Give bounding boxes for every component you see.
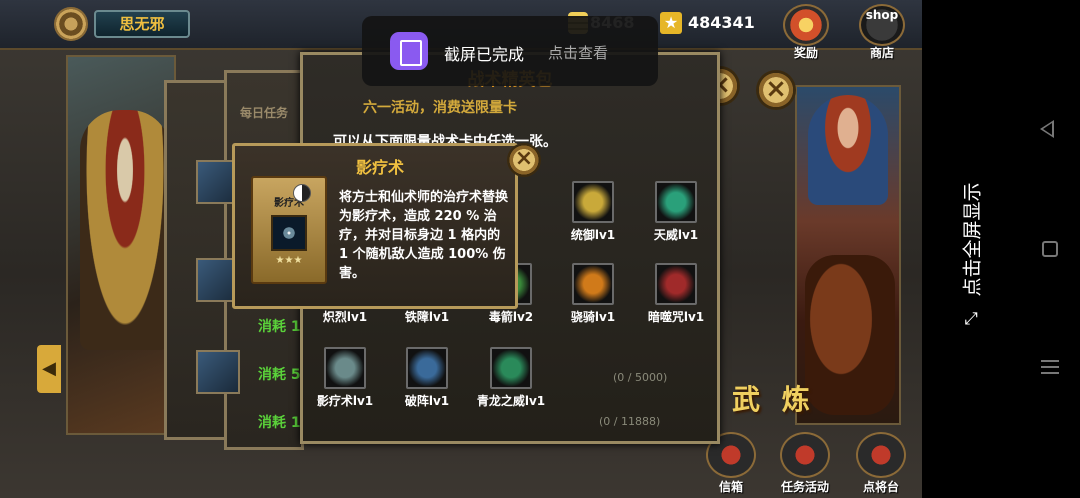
warrior-portrait: [80, 110, 170, 350]
yin-yang-icon: [293, 184, 311, 202]
tooltip-description: 将方士和仙术师的治疗术替换为影疗术，造成 220 % 治疗，并对目标身边 1 格…: [339, 190, 509, 281]
banner-text: 武 炼: [732, 383, 816, 416]
fullscreen-text[interactable]: 点击全屏显示: [958, 159, 985, 321]
event-title: 六一活动，消费送限量卡: [363, 100, 517, 116]
shop-icon: shop: [859, 4, 905, 46]
card-icon: [572, 181, 614, 223]
star-icon: ★: [660, 12, 682, 34]
card-name: 毒箭lv2: [488, 310, 534, 324]
shadow-heal-icon: [271, 215, 307, 251]
back-nav-icon[interactable]: [1040, 120, 1054, 138]
card-icon: [324, 347, 366, 389]
card-name: 暗噬咒lv1: [647, 310, 705, 324]
home-nav-icon[interactable]: [1042, 241, 1058, 257]
tactic-card[interactable]: 统御lv1: [551, 181, 635, 243]
menu-nav-icon[interactable]: [1041, 360, 1059, 374]
task-label: 任务活动: [780, 480, 829, 494]
game-view: 思无邪 8468 ★ 484341 奖励 shop 商店 ◀ 武 炼 每日任务 …: [0, 0, 922, 498]
back-close-icon[interactable]: ×: [756, 70, 796, 110]
screen: 思无邪 8468 ★ 484341 奖励 shop 商店 ◀ 武 炼 每日任务 …: [0, 0, 1080, 498]
prev-arrow-button[interactable]: ◀: [37, 345, 61, 393]
horse-portrait: [805, 255, 895, 415]
tactic-card[interactable]: 暗噬咒lv1: [634, 263, 718, 325]
card-icon: [572, 263, 614, 305]
card-name: 破阵lv1: [404, 394, 450, 408]
general-label: 点将台: [862, 480, 899, 494]
row-progress: (0 / 5000): [613, 371, 668, 384]
row-progress: (0 / 11888): [599, 415, 661, 428]
card-name: 影疗术lv1: [316, 394, 374, 408]
toast-title: 截屏已完成: [444, 45, 525, 64]
helmet-icon: [856, 432, 906, 478]
star-count: 484341: [688, 13, 755, 32]
mail-label: 信箱: [718, 480, 743, 494]
settings-gear-icon[interactable]: [54, 7, 88, 41]
toast-view-link[interactable]: 点击查看: [548, 42, 608, 63]
card-name: 炽烈lv1: [322, 310, 368, 324]
card-name: 天威lv1: [653, 228, 699, 242]
reward-chest-icon: [196, 350, 240, 394]
card-icon: [406, 347, 448, 389]
expand-icon[interactable]: ⤢: [962, 310, 980, 328]
card-name: 统御lv1: [570, 228, 616, 242]
card-icon: [655, 181, 697, 223]
heroine-portrait: [808, 95, 888, 205]
tactic-card[interactable]: 青龙之威lv1: [469, 347, 553, 409]
task-event-button[interactable]: 任务活动: [774, 432, 836, 498]
card-name: 骁骑lv1: [570, 310, 616, 324]
shop-label: 商店: [869, 46, 894, 60]
card-icon: [490, 347, 532, 389]
tactic-card[interactable]: 骁骑lv1: [551, 263, 635, 325]
shop-button[interactable]: shop 商店: [857, 4, 907, 60]
tactic-card[interactable]: 破阵lv1: [385, 347, 469, 409]
tactic-card[interactable]: 天威lv1: [634, 181, 718, 243]
card-name: 青龙之威lv1: [476, 394, 546, 408]
reward-label: 奖励: [793, 46, 818, 60]
tooltip-title: 影疗术: [355, 158, 404, 177]
tooltip-card-label: 影疗术: [274, 198, 304, 209]
tooltip-close-icon[interactable]: ×: [507, 143, 541, 177]
task-icon: [780, 432, 830, 478]
card-icon: [655, 263, 697, 305]
reward-button[interactable]: 奖励: [781, 4, 831, 60]
daily-tasks-label: 每日任务: [240, 106, 289, 120]
gift-box-icon: [783, 4, 829, 46]
skill-tooltip: 影疗术 影疗术 ★★★ 将方士和仙术师的治疗术替换为影疗术，造成 220 % 治…: [232, 143, 541, 309]
tactic-card[interactable]: 影疗术lv1: [303, 347, 387, 409]
player-name[interactable]: 思无邪: [94, 10, 190, 38]
screenshot-icon: [390, 32, 428, 70]
general-platform-button[interactable]: 点将台: [850, 432, 912, 498]
card-stars: ★★★: [275, 255, 303, 266]
tooltip-card: 影疗术 ★★★: [251, 176, 327, 284]
screenshot-toast[interactable]: 截屏已完成 点击查看: [362, 16, 658, 86]
card-name: 铁障lv1: [404, 310, 450, 324]
